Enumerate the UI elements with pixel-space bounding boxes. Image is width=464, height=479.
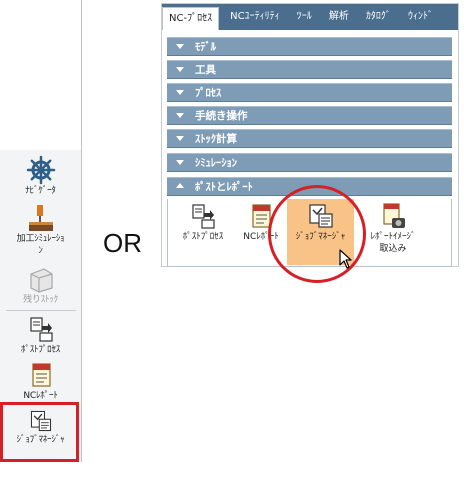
chevron-down-icon (176, 136, 184, 141)
ribbon-tab-bar: NC-ﾌﾟﾛｾｽ NCﾕｰﾃｨﾘﾃｨ ﾂｰﾙ 解析 ｶﾀﾛｸﾞ ｳｨﾝﾄﾞ (162, 4, 458, 30)
navigator-label: ﾅﾋﾞｹﾞｰﾀ (25, 186, 56, 196)
ribbon-report-image-import-button[interactable]: ﾚﾎﾟｰﾄｲﾒｰｼﾞ 取込み (358, 199, 428, 265)
group-title: ﾓﾃﾞﾙ (195, 41, 216, 53)
group-header-model[interactable]: ﾓﾃﾞﾙ (167, 37, 452, 56)
report-image-import-icon (383, 203, 405, 228)
group-header-process[interactable]: ﾌﾟﾛｾｽ (167, 83, 452, 102)
chevron-up-icon (176, 183, 184, 188)
group-header-simulation[interactable]: ｼﾐｭﾚｰｼｮﾝ (167, 153, 452, 172)
group-title: ﾌﾟﾛｾｽ (195, 87, 222, 99)
group-header-tool[interactable]: 工具 (167, 60, 452, 79)
remaining-stock-button[interactable]: 残りｽﾄｯｸ (0, 264, 81, 306)
chevron-down-icon (176, 160, 184, 165)
mouse-pointer-icon (339, 249, 352, 269)
post-process-icon (29, 317, 53, 342)
chevron-down-icon (176, 44, 184, 49)
chevron-down-icon (176, 67, 184, 72)
or-text: OR (103, 228, 142, 258)
tab-analysis[interactable]: 解析 (323, 4, 355, 30)
chevron-down-icon (176, 113, 184, 118)
group-header-stock-calculation[interactable]: ｽﾄｯｸ計算 (167, 129, 452, 148)
nc-report-label: NCﾚﾎﾟｰﾄ (23, 391, 58, 401)
group-title: 工具 (195, 64, 216, 76)
ship-wheel-icon (26, 155, 55, 185)
ribbon-report-image-import-label-line2: 取込み (379, 244, 407, 254)
machining-simulation-icon (28, 205, 53, 231)
group-title: 手続き操作 (195, 110, 248, 122)
ribbon-post-process-label: ﾎﾟｽﾄﾌﾟﾛｾｽ (182, 232, 224, 242)
post-process-button[interactable]: ﾎﾟｽﾄﾌﾟﾛｾｽ (0, 314, 81, 356)
post-process-label: ﾎﾟｽﾄﾌﾟﾛｾｽ (20, 345, 61, 355)
remaining-stock-label: 残りｽﾄｯｸ (23, 295, 58, 305)
machining-simulation-label-line1: 加工ｼﾐｭﾚｰｼｮ (16, 234, 65, 244)
post-process-icon (192, 204, 215, 229)
group-title: ﾎﾟｽﾄとﾚﾎﾟｰﾄ (195, 181, 253, 193)
chevron-down-icon (176, 90, 184, 95)
navigator-button[interactable]: ﾅﾋﾞｹﾞｰﾀ (0, 155, 81, 197)
toolbar-separator (6, 310, 76, 311)
group-header-procedure-operation[interactable]: 手続き操作 (167, 106, 452, 125)
group-title: ｼﾐｭﾚｰｼｮﾝ (195, 157, 237, 169)
tab-nc-utility[interactable]: NCﾕｰﾃｨﾘﾃｨ (224, 4, 285, 30)
job-manager-highlight-box (0, 402, 79, 462)
vertical-toolbar: ﾅﾋﾞｹﾞｰﾀ 加工ｼﾐｭﾚｰｼｮ ﾝ 残りｽﾄｯｸ ﾎﾟｽﾄﾌﾟﾛｾｽ NCﾚ… (0, 0, 82, 462)
nc-report-icon (31, 363, 51, 387)
machining-simulation-button[interactable]: 加工ｼﾐｭﾚｰｼｮ ﾝ (0, 203, 81, 257)
remaining-stock-icon (29, 268, 53, 293)
machining-simulation-label-line2: ﾝ (38, 246, 43, 256)
tab-tool[interactable]: ﾂｰﾙ (291, 4, 318, 30)
nc-report-button[interactable]: NCﾚﾎﾟｰﾄ (0, 360, 81, 402)
tab-window[interactable]: ｳｨﾝﾄﾞ (402, 4, 439, 30)
tab-catalog[interactable]: ｶﾀﾛｸﾞ (360, 4, 397, 30)
group-title: ｽﾄｯｸ計算 (195, 133, 237, 145)
ribbon-post-process-button[interactable]: ﾎﾟｽﾄﾌﾟﾛｾｽ (173, 199, 233, 265)
ribbon-report-image-import-label-line1: ﾚﾎﾟｰﾄｲﾒｰｼﾞ (370, 232, 416, 242)
tab-nc-process[interactable]: NC-ﾌﾟﾛｾｽ (162, 7, 220, 30)
